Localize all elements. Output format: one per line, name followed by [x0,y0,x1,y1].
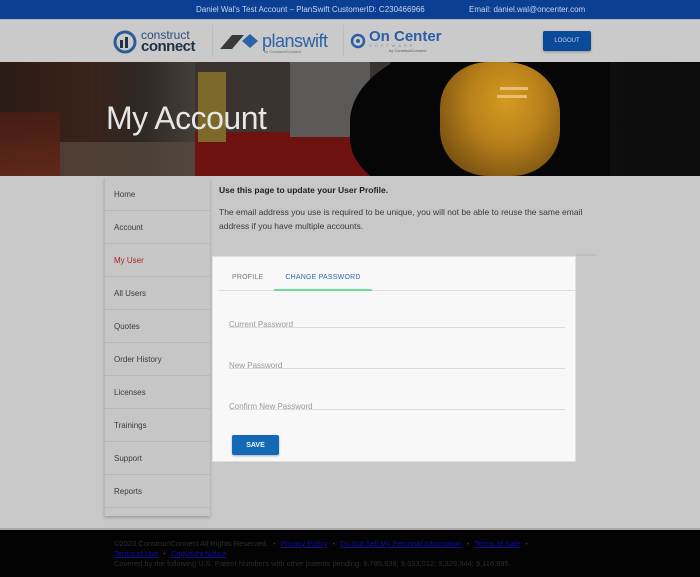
intro-heading: Use this page to update your User Profil… [219,185,389,195]
sidebar-item-order-history[interactable]: Order History [105,343,210,376]
hard-hat-highlight [500,87,528,90]
footer-separator: • [332,539,336,548]
logo-text-oncenter-by: by ConstructConnect [389,47,427,53]
hero-image-bg [60,142,200,176]
tab-profile[interactable]: PROFILE [232,265,263,291]
footer-separator: • [273,539,276,548]
account-info-bar: Daniel Wal's Test Account – PlanSwift Cu… [0,0,700,19]
account-email: Email: daniel.wal@oncenter.com [469,5,586,14]
terms-of-use-link[interactable]: Terms of Use [114,549,158,558]
constructconnect-logo[interactable]: construct connect [112,25,196,57]
logout-button[interactable]: LOGOUT [543,31,591,51]
intro-note: The email address you use is required to… [219,207,583,231]
do-not-sell-link[interactable]: Do Not Sell My Personal Information [340,539,461,548]
current-password-field [229,314,565,329]
divider [576,254,596,256]
planswift-logo[interactable]: planswift by ConstructConnect [220,25,328,57]
oncenter-mark-icon [350,33,366,49]
constructconnect-mark-icon [113,30,137,54]
copyright-text: ©2023 ConstructConnect All Rights Reserv… [114,539,268,548]
intro-section: Use this page to update your User Profil… [219,185,589,233]
patents-text: Covered by the following U.S. Patent Num… [114,559,511,568]
sidebar-item-trainings[interactable]: Trainings [105,409,210,442]
footer-line-1: ©2023 ConstructConnect All Rights Reserv… [114,539,531,548]
logo-text-planswift: planswift [262,31,328,51]
logo-text-planswift-sub: by ConstructConnect [264,49,302,54]
planswift-mark-icon [220,34,258,49]
sidebar-item-all-users[interactable]: All Users [105,277,210,310]
logo-text-connect: connect [141,38,196,55]
logo-divider [212,25,213,57]
sidebar-item-my-user[interactable]: My User [105,244,210,277]
user-profile-card: PROFILE CHANGE PASSWORD SAVE [212,256,576,462]
sidebar-item-reports[interactable]: Reports [105,475,210,508]
hard-hat-image [440,62,560,176]
site-footer: ©2023 ConstructConnect All Rights Reserv… [0,528,700,577]
footer-separator: • [163,549,166,558]
sidebar-item-home[interactable]: Home [105,178,210,211]
privacy-policy-link[interactable]: Privacy Policy [281,539,328,548]
page-title: My Account [106,100,267,136]
oncenter-logo[interactable]: On Center SOFTWARE by ConstructConnect [350,25,442,57]
hard-hat-highlight [497,95,527,98]
tab-change-password[interactable]: CHANGE PASSWORD [274,265,372,291]
account-sidebar: Home Account My User All Users Quotes Or… [104,178,210,516]
new-password-field [229,355,565,370]
sidebar-item-account[interactable]: Account [105,211,210,244]
footer-separator: • [525,539,528,548]
new-password-input[interactable] [229,361,565,370]
confirm-password-input[interactable] [229,402,565,411]
terms-of-sale-link[interactable]: Terms of Sale [474,539,520,548]
site-header: construct connect planswift by Construct… [0,19,700,62]
current-password-input[interactable] [229,320,565,329]
footer-separator: • [466,539,470,548]
hero-image-bg [0,112,60,176]
sidebar-item-quotes[interactable]: Quotes [105,310,210,343]
account-customer-id: Daniel Wal's Test Account – PlanSwift Cu… [196,5,425,14]
confirm-password-field [229,396,565,411]
save-button[interactable]: SAVE [232,435,279,455]
logo-text-oncenter: On Center [369,27,442,45]
footer-line-2: Terms of Use • Copyright Notice [114,549,226,558]
logo-divider [343,25,344,57]
sidebar-item-support[interactable]: Support [105,442,210,475]
profile-tabs: PROFILE CHANGE PASSWORD [219,265,575,291]
hero-banner: My Account [0,62,700,176]
sidebar-item-licenses[interactable]: Licenses [105,376,210,409]
copyright-notice-link[interactable]: Copyright Notice [171,549,226,558]
